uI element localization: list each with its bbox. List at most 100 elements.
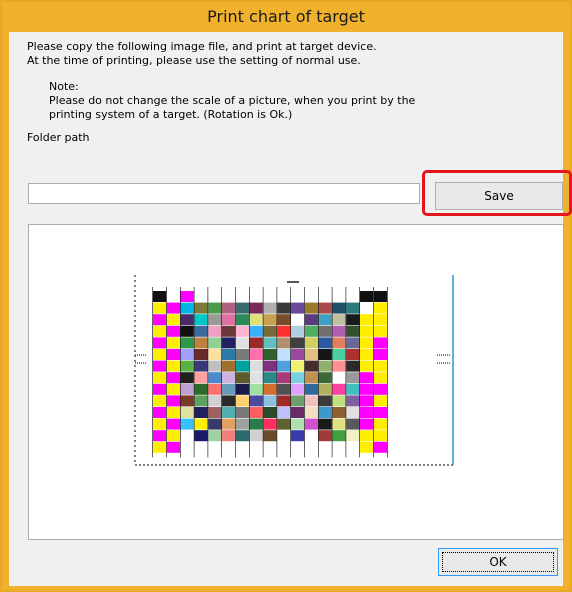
color-patch: [304, 418, 318, 430]
color-patch: [360, 314, 374, 326]
color-patch: [332, 302, 346, 314]
color-patch: [153, 395, 167, 407]
color-patch: [235, 302, 249, 314]
color-patch: [263, 372, 277, 384]
color-patch: [263, 441, 277, 453]
color-patch: [166, 383, 180, 395]
color-patch: [346, 360, 360, 372]
color-patch: [208, 407, 222, 418]
color-patch: [166, 325, 180, 337]
color-patch: [277, 325, 291, 337]
color-patch: [180, 430, 194, 442]
color-patch: [291, 302, 305, 314]
color-patch: [304, 430, 318, 442]
color-patch-grid: [152, 287, 388, 458]
color-patch: [222, 430, 236, 442]
color-patch: [235, 395, 249, 407]
color-patch: [208, 430, 222, 442]
color-patch: [277, 418, 291, 430]
color-patch: [332, 395, 346, 407]
color-patch: [194, 349, 208, 360]
color-patch: [208, 291, 222, 302]
color-patch: [235, 291, 249, 302]
color-patch: [304, 302, 318, 314]
ok-button[interactable]: OK: [438, 548, 558, 576]
color-patch: [277, 430, 291, 442]
color-patch: [222, 349, 236, 360]
color-patch: [180, 360, 194, 372]
color-patch: [222, 325, 236, 337]
folder-path-input[interactable]: [28, 183, 420, 204]
title-bar[interactable]: Print chart of target: [2, 2, 570, 32]
color-patch: [373, 349, 387, 360]
color-patch: [332, 349, 346, 360]
color-patch: [153, 430, 167, 442]
color-patch: [153, 407, 167, 418]
color-patch: [360, 395, 374, 407]
color-patch: [318, 430, 332, 442]
color-patch: [194, 302, 208, 314]
color-patch: [180, 418, 194, 430]
color-patch: [346, 349, 360, 360]
color-patch: [180, 325, 194, 337]
color-patch: [277, 383, 291, 395]
color-patch: [153, 372, 167, 384]
color-patch: [222, 302, 236, 314]
color-patch: [235, 349, 249, 360]
color-patch: [263, 349, 277, 360]
color-patch: [235, 314, 249, 326]
color-patch: [166, 372, 180, 384]
color-patch: [153, 325, 167, 337]
color-patch: [277, 349, 291, 360]
color-patch: [346, 430, 360, 442]
color-patch: [291, 430, 305, 442]
color-patch: [249, 360, 263, 372]
color-patch: [166, 395, 180, 407]
note-heading: Note:: [49, 80, 79, 93]
color-patch: [373, 314, 387, 326]
color-patch: [373, 418, 387, 430]
color-patch: [346, 441, 360, 453]
color-patch: [249, 383, 263, 395]
color-patch: [194, 291, 208, 302]
color-patch: [346, 372, 360, 384]
color-patch: [291, 418, 305, 430]
color-patch: [235, 418, 249, 430]
color-patch: [263, 407, 277, 418]
color-patch: [304, 360, 318, 372]
color-patch: [360, 349, 374, 360]
color-patch: [153, 337, 167, 349]
color-patch: [332, 325, 346, 337]
color-patch: [166, 302, 180, 314]
color-patch: [263, 291, 277, 302]
color-patch: [304, 441, 318, 453]
color-patch: [166, 349, 180, 360]
color-patch: [332, 337, 346, 349]
color-patch: [304, 383, 318, 395]
color-patch: [373, 383, 387, 395]
color-patch: [373, 360, 387, 372]
color-patch: [373, 291, 387, 302]
color-patch: [153, 418, 167, 430]
color-patch: [249, 372, 263, 384]
color-patch: [360, 418, 374, 430]
color-patch: [277, 360, 291, 372]
color-patch: [194, 325, 208, 337]
color-patch: [291, 407, 305, 418]
color-patch: [153, 360, 167, 372]
color-patch: [222, 383, 236, 395]
color-patch: [304, 349, 318, 360]
color-patch: [153, 383, 167, 395]
color-patch: [166, 430, 180, 442]
instruction-line-2: At the time of printing, please use the …: [27, 54, 361, 67]
color-patch: [318, 314, 332, 326]
color-patch: [194, 337, 208, 349]
color-patch: [277, 407, 291, 418]
color-patch: [180, 291, 194, 302]
color-patch: [153, 314, 167, 326]
color-patch: [235, 372, 249, 384]
color-patch: [153, 441, 167, 453]
color-patch: [291, 325, 305, 337]
color-patch: [346, 337, 360, 349]
color-patch: [373, 372, 387, 384]
